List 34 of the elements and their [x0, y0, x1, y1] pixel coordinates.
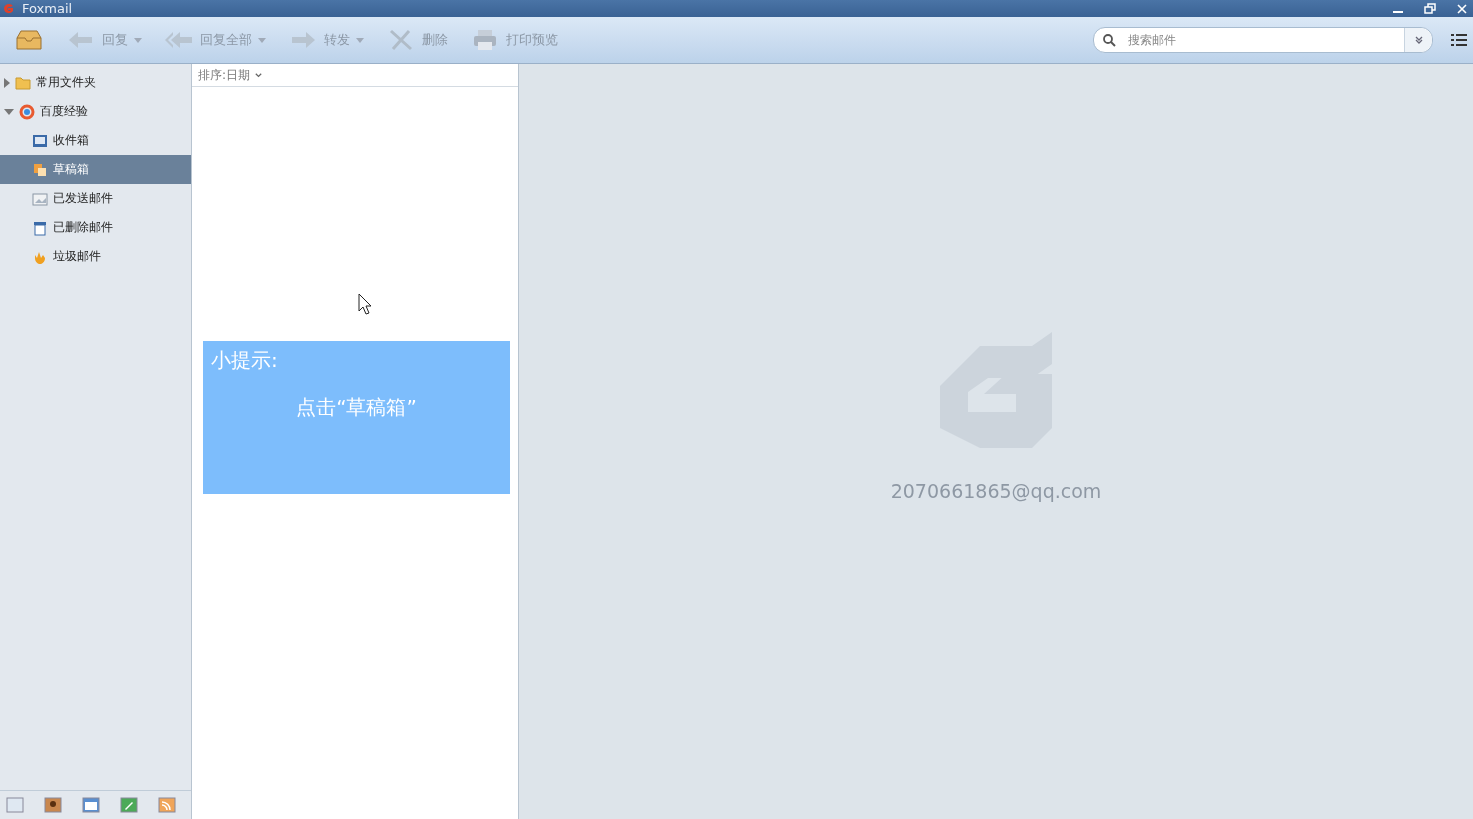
window-title: Foxmail	[22, 1, 73, 16]
folder-tree-item[interactable]: 收件箱	[0, 126, 191, 155]
account-email: 2070661865@qq.com	[890, 480, 1102, 502]
folder-tree-item[interactable]: 草稿箱	[0, 155, 191, 184]
caret-icon	[254, 70, 264, 80]
sort-dropdown[interactable]: 排序:日期	[198, 66, 264, 84]
ring-icon	[19, 103, 35, 120]
calendar-icon[interactable]	[82, 797, 100, 813]
inbox-icon	[32, 132, 48, 149]
search-field[interactable]: 搜索邮件	[1093, 27, 1433, 53]
search-options-button[interactable]	[1404, 28, 1432, 52]
folder-tree-item[interactable]: 已删除邮件	[0, 213, 191, 242]
bin-icon	[32, 219, 48, 236]
close-icon[interactable]	[1455, 1, 1469, 16]
double-chevron-icon	[1413, 35, 1424, 45]
folder-tree-item[interactable]: 常用文件夹	[0, 68, 191, 97]
tip-text: 点击“草稿箱”	[295, 394, 418, 421]
pages-icon	[32, 161, 48, 178]
mouse-pointer-icon	[358, 293, 372, 315]
folder-tree-item[interactable]: 已发送邮件	[0, 184, 191, 213]
tip-title: 小提示:	[211, 347, 279, 374]
image-icon	[32, 190, 48, 207]
inbox-tray-icon	[14, 28, 44, 52]
folder-tree-item[interactable]: 垃圾邮件	[0, 242, 191, 271]
search-icon	[1102, 33, 1116, 47]
app-logo-icon	[2, 1, 16, 16]
folder-tree-item[interactable]: 百度经验	[0, 97, 191, 126]
menu-icon[interactable]	[1451, 33, 1467, 47]
feed-icon[interactable]	[158, 797, 176, 813]
search-input[interactable]: 搜索邮件	[1126, 32, 1404, 48]
pencil-icon[interactable]	[120, 797, 138, 813]
folder-icon	[15, 74, 31, 91]
restore-icon[interactable]	[1423, 1, 1437, 16]
contact-icon[interactable]	[44, 797, 62, 813]
